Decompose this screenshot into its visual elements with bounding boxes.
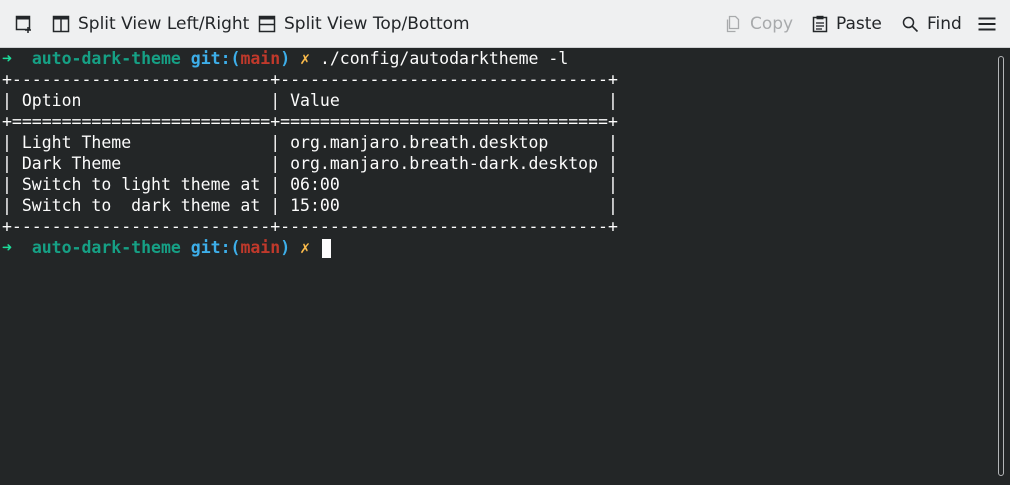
search-icon (902, 16, 919, 32)
copy-label: Copy (750, 14, 794, 34)
terminal-toolbar: Split View Left/Right Split View Top/Bot… (0, 0, 1010, 48)
terminal-view[interactable]: ➜ auto-dark-theme git:(main) ✗ ./config/… (0, 48, 996, 485)
copy-icon (726, 15, 740, 33)
hamburger-menu-icon (978, 17, 996, 31)
output-line: | Switch to dark theme at | 15:00 | (2, 196, 618, 215)
scrollbar-thumb[interactable] (998, 56, 1004, 476)
paste-icon (812, 15, 828, 33)
copy-button[interactable]: Copy (724, 0, 793, 48)
prompt-line: ➜ auto-dark-theme git:(main) ✗ ./config/… (2, 48, 568, 69)
output-line: | Option | Value | (2, 91, 618, 110)
find-button[interactable]: Find (902, 0, 962, 48)
prompt-arrow: ➜ (2, 238, 12, 257)
vertical-scrollbar[interactable] (996, 48, 1010, 485)
output-line: +--------------------------+------------… (2, 217, 618, 236)
prompt-git-prefix: git:( (190, 49, 241, 68)
output-line: | Switch to light theme at | 06:00 | (2, 175, 618, 194)
find-label: Find (927, 14, 962, 34)
split-view-left-right-button[interactable]: Split View Left/Right (52, 0, 249, 48)
split-view-top-bottom-button[interactable]: Split View Top/Bottom (258, 0, 470, 48)
prompt-dirty-marker: ✗ (300, 238, 310, 257)
prompt-git-prefix: git:( (190, 238, 241, 257)
new-tab-button[interactable] (14, 0, 34, 48)
output-line: +--------------------------+------------… (2, 70, 618, 89)
prompt-branch: main (240, 238, 281, 257)
output-line: +==========================+============… (2, 112, 618, 131)
text-cursor (321, 239, 331, 258)
prompt-arrow: ➜ (2, 49, 12, 68)
split-view-left-right-label: Split View Left/Right (78, 14, 250, 34)
prompt-branch: main (240, 49, 281, 68)
command-text: ./config/autodarktheme -l (319, 49, 569, 68)
split-left-right-icon (52, 15, 70, 33)
paste-label: Paste (836, 14, 882, 34)
output-line: | Dark Theme | org.manjaro.breath-dark.d… (2, 154, 618, 173)
prompt-directory: auto-dark-theme (31, 49, 181, 68)
split-view-top-bottom-label: Split View Top/Bottom (284, 14, 470, 34)
hamburger-menu-button[interactable] (978, 0, 996, 48)
prompt-git-suffix: ) (280, 49, 291, 68)
prompt-directory: auto-dark-theme (31, 238, 181, 257)
prompt-dirty-marker: ✗ (300, 49, 310, 68)
prompt-git-suffix: ) (280, 238, 291, 257)
paste-button[interactable]: Paste (812, 0, 882, 48)
prompt-line: ➜ auto-dark-theme git:(main) ✗ (2, 237, 331, 258)
new-tab-icon (15, 15, 31, 33)
split-top-bottom-icon (258, 15, 276, 33)
output-line: | Light Theme | org.manjaro.breath.deskt… (2, 133, 618, 152)
